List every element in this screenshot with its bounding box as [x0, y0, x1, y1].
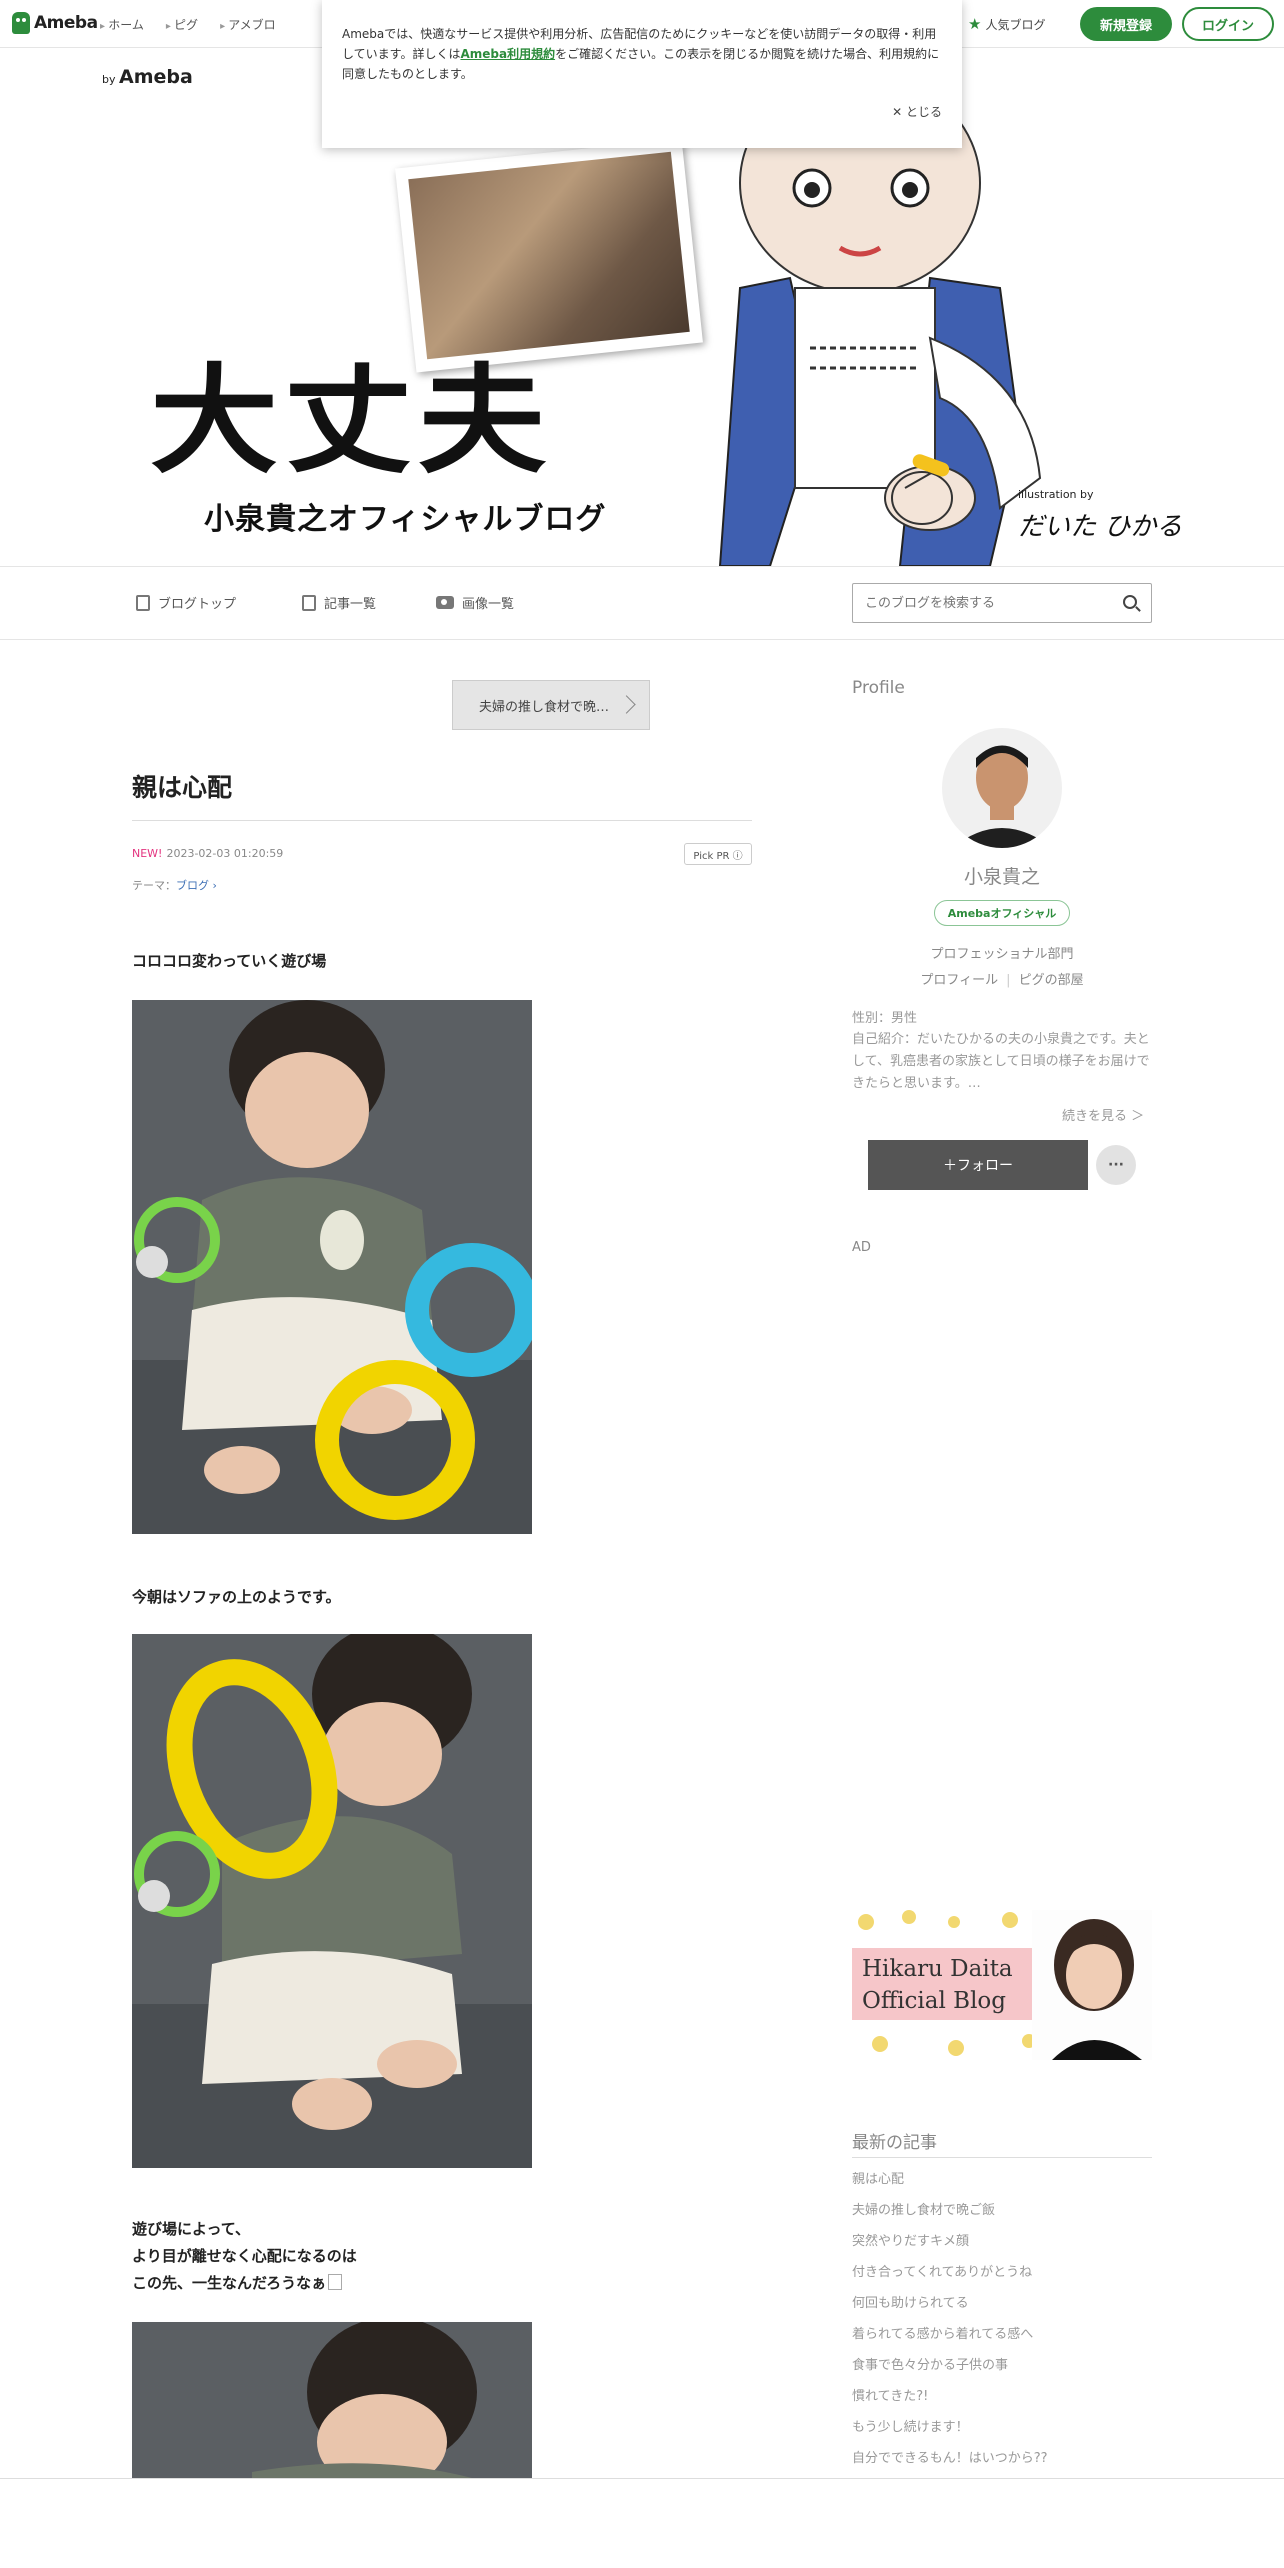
blog-nav: ブログトップ 記事一覧 画像一覧 — [0, 566, 1284, 640]
paragraph-3: 遊び場によって、 より目が離せなく心配になるのは この先、一生なんだろうなぁ — [132, 2216, 357, 2297]
paragraph-2: 今朝はソファの上のようです。 — [132, 1588, 341, 1606]
blog-search-input[interactable] — [853, 584, 1103, 622]
broken-emoji-icon — [328, 2274, 343, 2290]
entry-photo-2[interactable] — [132, 1634, 532, 2168]
by-label: by — [102, 73, 116, 86]
nav-ameblo[interactable]: アメブロ — [220, 16, 275, 33]
hikaru-photo — [1032, 1910, 1152, 2060]
ad-label: AD — [852, 1240, 871, 1255]
nav-home[interactable]: ホーム — [100, 16, 144, 33]
theme-link[interactable]: ブログ › — [176, 879, 217, 892]
new-badge: NEW! — [132, 847, 163, 860]
blog-title-art: 大丈夫 — [150, 353, 553, 491]
illustrator-signature: だいた ひかる — [1018, 512, 1183, 542]
by-ameba-logo: by Ameba — [102, 66, 193, 88]
paragraph-3-line-1: 遊び場によって、 — [132, 2220, 251, 2238]
latest-entry[interactable]: 食事で色々分かる子供の事 — [852, 2354, 1152, 2385]
latest-entry[interactable]: もう少し続けます！ — [852, 2416, 1152, 2447]
paragraph-3-line-3: この先、一生なんだろうなぁ — [132, 2270, 357, 2297]
paragraph-1: コロコロ変わっていく遊び場 — [132, 952, 327, 970]
paragraph-3-line-3-text: この先、一生なんだろうなぁ — [132, 2274, 327, 2292]
latest-entry[interactable]: 夫婦の推し食材で晩ご飯 — [852, 2199, 1152, 2230]
profile-links: プロフィール | ピグの部屋 — [920, 973, 1084, 988]
pick-pr-button[interactable]: Pick PR ⓘ — [684, 843, 752, 865]
entry-title: 親は心配 — [132, 773, 233, 802]
star-icon: ★ — [968, 15, 982, 33]
profile-bio: 自己紹介：だいたひかるの夫の小泉貴之です。夫として、乳癌患者の家族として日頃の様… — [852, 1032, 1150, 1091]
profile-heading: Profile — [852, 678, 905, 698]
pig-room-link[interactable]: ピグの部屋 — [1019, 973, 1084, 988]
latest-entries-list: 親は心配 夫婦の推し食材で晩ご飯 突然やりだすキメ顔 付き合ってくれてありがとう… — [852, 2168, 1152, 2478]
register-button[interactable]: 新規登録 — [1080, 7, 1172, 41]
latest-divider — [852, 2157, 1152, 2158]
latest-entry[interactable]: 突然やりだすキメ顔 — [852, 2230, 1152, 2261]
latest-entry[interactable]: 自分でできるもん！はいつから?? — [852, 2447, 1152, 2478]
entry-theme: テーマ：ブログ › — [132, 877, 217, 893]
search-icon[interactable] — [1123, 595, 1137, 609]
image-list-link[interactable]: 画像一覧 — [436, 593, 514, 612]
copy-icon — [302, 594, 316, 611]
login-button[interactable]: ログイン — [1182, 7, 1274, 41]
theme-prefix: テーマ： — [132, 879, 176, 892]
illustration-credit: illustration by — [1018, 488, 1094, 501]
ameba-mascot-icon — [12, 12, 30, 34]
by-brand: Ameba — [119, 66, 193, 88]
blog-top-link[interactable]: ブログトップ — [136, 593, 236, 612]
cookie-consent-banner: Amebaでは、快適なサービス提供や利用分析、広告配信のためにクッキーなどを使い… — [322, 0, 962, 148]
hikaru-daita-blog-banner[interactable]: Hikaru Daita Official Blog — [852, 1910, 1152, 2060]
entry-list-label: 記事一覧 — [324, 597, 377, 612]
profile-sex: 性別：男性 — [852, 1011, 918, 1026]
ameba-logo-text: Ameba — [34, 13, 98, 33]
profile-link[interactable]: プロフィール — [920, 973, 998, 988]
terms-link[interactable]: Ameba利用規約 — [460, 47, 555, 61]
blog-subtitle-art: 小泉貴之オフィシャルブログ — [204, 502, 607, 537]
entry-list-link[interactable]: 記事一覧 — [302, 593, 376, 612]
latest-entry[interactable]: 何回も助けられてる — [852, 2292, 1152, 2323]
profile-name[interactable]: 小泉貴之 — [852, 862, 1152, 889]
nav-pig[interactable]: ピグ — [166, 16, 198, 33]
image-list-label: 画像一覧 — [462, 597, 515, 612]
profile-avatar[interactable] — [942, 728, 1062, 848]
popular-blog-label: 人気ブログ — [985, 17, 1046, 32]
cookie-close-button[interactable]: ✕ とじる — [892, 102, 942, 122]
ameba-logo[interactable]: Ameba — [12, 12, 98, 34]
latest-entry[interactable]: 親は心配 — [852, 2168, 1152, 2199]
blog-search-box — [852, 583, 1152, 623]
prev-entry-button[interactable]: 夫婦の推し食材で晩… — [452, 680, 650, 730]
read-more-link[interactable]: 続きを見る ＞ — [1062, 1105, 1144, 1124]
global-nav: ホーム ピグ アメブロ — [100, 16, 275, 33]
document-icon — [136, 594, 150, 611]
latest-entry[interactable]: 慣れてきた?! — [852, 2385, 1152, 2416]
entry-datetime: 2023-02-03 01:20:59 — [166, 847, 284, 860]
latest-entry[interactable]: 着られてる感から着れてる感へ — [852, 2323, 1152, 2354]
camera-icon — [436, 596, 454, 609]
popular-blog-link[interactable]: ★ 人気ブログ — [968, 15, 1045, 33]
banner-line-2: Official Blog — [862, 1988, 1006, 2014]
banner-line-1: Hikaru Daita — [862, 1956, 1013, 1982]
title-divider — [132, 820, 752, 821]
entry-photo-1[interactable] — [132, 1000, 532, 1534]
profile-department[interactable]: プロフェッショナル部門 — [852, 943, 1152, 962]
latest-entries-heading: 最新の記事 — [852, 2133, 937, 2153]
entry-meta: NEW! 2023-02-03 01:20:59 — [132, 847, 283, 860]
entry-photo-3[interactable] — [132, 2322, 532, 2478]
paragraph-3-line-2: より目が離せなく心配になるのは — [132, 2247, 357, 2265]
footer-divider — [0, 2478, 1284, 2479]
latest-entry[interactable]: 付き合ってくれてありがとうね — [852, 2261, 1152, 2292]
more-menu-button[interactable]: ··· — [1096, 1145, 1136, 1185]
follow-button[interactable]: ＋フォロー — [868, 1140, 1088, 1190]
official-badge: Amebaオフィシャル — [934, 900, 1070, 926]
blog-top-label: ブログトップ — [158, 597, 237, 612]
